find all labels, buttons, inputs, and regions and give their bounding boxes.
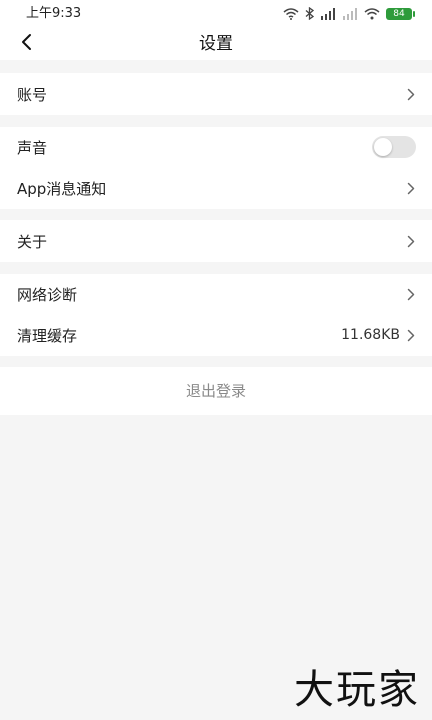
app-notification-row[interactable]: App消息通知: [0, 167, 432, 209]
cache-size-value: 11.68KB: [341, 327, 400, 343]
wifi-icon: [283, 5, 299, 24]
cellular-signal-weak-icon: [342, 5, 358, 24]
chevron-right-icon: [406, 287, 416, 301]
sound-row: 声音: [0, 127, 432, 167]
network-diagnosis-row[interactable]: 网络诊断: [0, 274, 432, 314]
toggle-knob: [374, 138, 392, 156]
about-label: 关于: [17, 232, 48, 251]
about-row[interactable]: 关于: [0, 220, 432, 262]
status-time: 上午9:33: [26, 6, 82, 21]
cellular-signal-icon: [320, 5, 336, 24]
clear-cache-label: 清理缓存: [17, 326, 78, 345]
network-diagnosis-label: 网络诊断: [17, 285, 78, 304]
nav-bar: 设置: [0, 28, 432, 60]
watermark-text: 大玩家: [294, 667, 420, 713]
account-label: 账号: [17, 85, 48, 104]
logout-button[interactable]: 退出登录: [0, 367, 432, 415]
sound-label: 声音: [17, 138, 48, 157]
status-icons: 84: [283, 5, 415, 24]
page-title: 设置: [199, 34, 233, 54]
clear-cache-row[interactable]: 清理缓存 11.68KB: [0, 314, 432, 356]
chevron-right-icon: [406, 328, 416, 342]
sound-toggle[interactable]: [372, 136, 416, 158]
battery-icon: 84: [386, 8, 415, 20]
app-notification-label: App消息通知: [17, 179, 107, 198]
status-bar: 上午9:33 84: [0, 0, 432, 28]
chevron-right-icon: [406, 234, 416, 248]
account-row[interactable]: 账号: [0, 73, 432, 115]
chevron-right-icon: [406, 87, 416, 101]
wifi-icon-secondary: [364, 5, 380, 24]
chevron-right-icon: [406, 181, 416, 195]
bluetooth-icon: [305, 5, 315, 24]
